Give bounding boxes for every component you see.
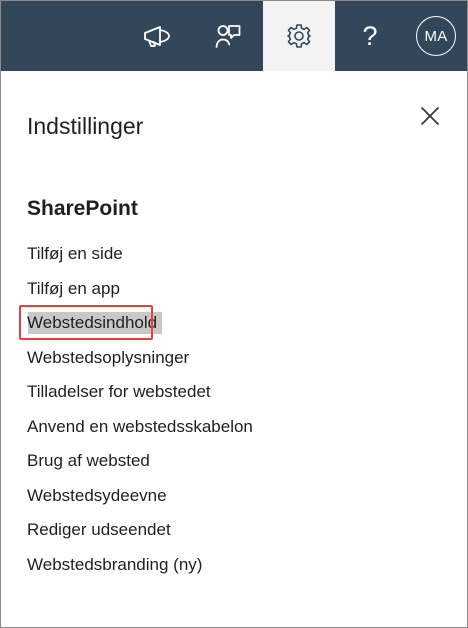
megaphone-icon <box>144 26 170 47</box>
link-site-contents[interactable]: Webstedsindhold <box>19 305 253 348</box>
link-change-look[interactable]: Rediger udseendet <box>27 520 253 555</box>
section-title: SharePoint <box>27 197 138 220</box>
account-button[interactable]: MA <box>405 1 467 71</box>
suite-header-bar: ? MA <box>1 1 467 71</box>
avatar: MA <box>416 16 456 56</box>
whats-new-button[interactable] <box>121 1 193 71</box>
link-apply-site-template[interactable]: Anvend en webstedsskabelon <box>27 417 253 452</box>
link-site-contents-label: Webstedsindhold <box>27 313 158 332</box>
gear-icon <box>287 24 311 48</box>
feedback-icon <box>215 25 241 48</box>
link-site-branding[interactable]: Webstedsbranding (ny) <box>27 555 253 590</box>
link-add-page[interactable]: Tilføj en side <box>27 244 253 279</box>
close-icon <box>421 107 439 125</box>
help-icon: ? <box>362 20 378 51</box>
link-site-performance[interactable]: Webstedsydeevne <box>27 486 253 521</box>
link-site-usage[interactable]: Brug af websted <box>27 451 253 486</box>
link-site-information[interactable]: Webstedsoplysninger <box>27 348 253 383</box>
settings-link-list: Tilføj en side Tilføj en app Webstedsind… <box>19 244 253 590</box>
panel-title: Indstillinger <box>27 113 144 139</box>
highlighted-link: Webstedsindhold <box>19 305 162 340</box>
help-button[interactable]: ? <box>335 1 405 71</box>
link-add-app[interactable]: Tilføj en app <box>27 279 253 314</box>
close-button[interactable] <box>413 99 447 133</box>
settings-button[interactable] <box>263 1 335 71</box>
feedback-button[interactable] <box>193 1 263 71</box>
settings-window: ? MA Indstillinger SharePoint Tilføj en … <box>0 0 468 628</box>
link-site-permissions[interactable]: Tilladelser for webstedet <box>27 382 253 417</box>
